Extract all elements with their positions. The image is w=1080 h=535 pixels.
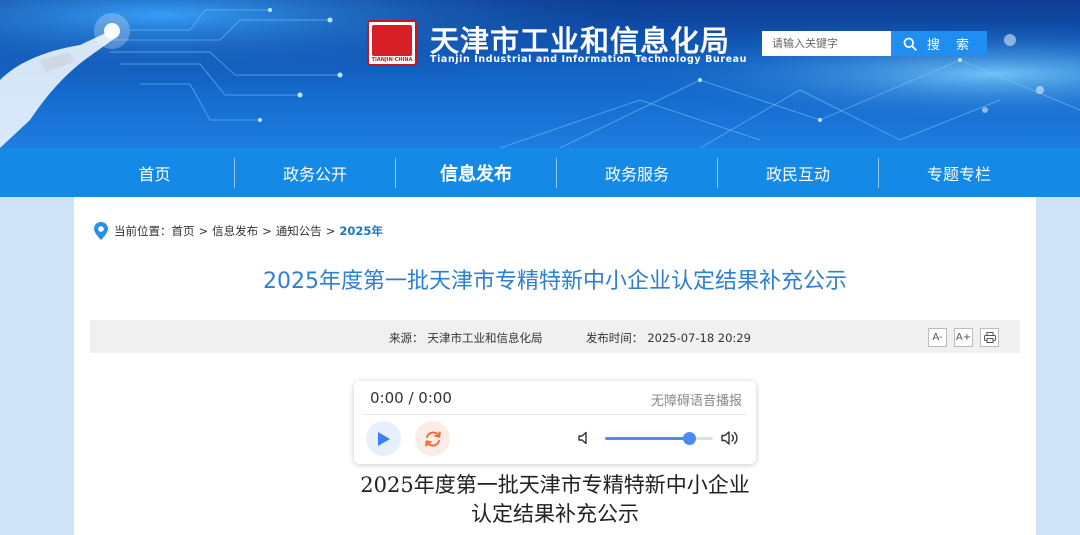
breadcrumb-item-home[interactable]: 首页	[172, 223, 195, 239]
site-header: TIANJIN·CHINA 天津市工业和信息化局 Tianjin Industr…	[0, 0, 1080, 148]
audio-player: 0:00 / 0:00 无障碍语音播报	[354, 381, 756, 464]
print-icon	[983, 332, 996, 343]
font-increase-icon: A+	[955, 332, 972, 343]
player-divider	[364, 414, 746, 415]
nav-item-news[interactable]: 信息发布	[396, 148, 556, 197]
search-button[interactable]: 搜 索	[891, 31, 987, 56]
location-pin-icon	[94, 222, 108, 240]
source-label: 来源：	[389, 331, 424, 345]
breadcrumb-separator: >	[325, 224, 336, 238]
date-label: 发布时间：	[585, 331, 644, 345]
breadcrumb-current[interactable]: 2025年	[339, 223, 383, 239]
robot-hand-graphic	[0, 13, 130, 148]
font-increase-button[interactable]: A+	[954, 328, 973, 347]
article-meta: 来源： 天津市工业和信息化局 发布时间： 2025-07-18 20:29	[389, 330, 755, 346]
replay-button[interactable]	[415, 421, 450, 456]
font-decrease-icon: A-	[932, 332, 943, 343]
accessibility-voice-label[interactable]: 无障碍语音播报	[651, 390, 742, 409]
nav-item-services[interactable]: 政务服务	[557, 148, 717, 197]
volume-slider[interactable]	[605, 432, 713, 445]
body-heading-line-1: 2025年度第一批天津市专精特新中小企业	[360, 473, 750, 497]
breadcrumb-item-news[interactable]: 信息发布	[212, 223, 258, 239]
logo-caption: TIANJIN·CHINA	[371, 57, 413, 63]
bureau-logo-icon: TIANJIN·CHINA	[367, 20, 417, 66]
article-meta-bar: 来源： 天津市工业和信息化局 发布时间： 2025-07-18 20:29 A- A…	[90, 320, 1020, 353]
nav-item-special-topics[interactable]: 专题专栏	[879, 148, 1039, 197]
seal-emblem	[372, 25, 412, 56]
content-panel: 当前位置： 首页 > 信息发布 > 通知公告 > 2025年 2025年度第一批…	[74, 197, 1036, 535]
breadcrumb-separator: >	[262, 224, 272, 238]
volume-fill	[605, 437, 690, 440]
nav-item-interaction[interactable]: 政民互动	[718, 148, 878, 197]
nav-item-home[interactable]: 首页	[117, 148, 192, 197]
search-icon	[903, 37, 917, 51]
breadcrumb: 当前位置： 首页 > 信息发布 > 通知公告 > 2025年	[94, 222, 383, 240]
replay-icon	[424, 430, 441, 447]
body-heading-line-2: 认定结果补充公示	[471, 502, 639, 526]
volume-slider-handle[interactable]	[682, 432, 696, 445]
source-value: 天津市工业和信息化局	[427, 331, 543, 345]
site-subtitle: Tianjin Industrial and Information Techn…	[430, 54, 748, 65]
article-title: 2025年度第一批天津市专精特新中小企业认定结果补充公示	[263, 269, 847, 294]
print-button[interactable]	[980, 328, 999, 347]
speaker-volume-icon[interactable]	[721, 430, 741, 446]
nav-item-gov-affairs[interactable]: 政务公开	[235, 148, 395, 197]
breadcrumb-item-notices[interactable]: 通知公告	[276, 223, 322, 239]
speaker-muted-icon[interactable]	[578, 431, 592, 445]
playback-time: 0:00 / 0:00	[370, 389, 452, 407]
font-decrease-button[interactable]: A-	[928, 328, 947, 347]
play-icon	[377, 431, 390, 446]
breadcrumb-separator: >	[198, 224, 209, 238]
body-heading: 2025年度第一批天津市专精特新中小企业 认定结果补充公示	[74, 471, 1036, 529]
main-nav: 首页 政务公开 信息发布 政务服务 政民互动 专题专栏	[0, 148, 1080, 197]
search-input[interactable]	[762, 31, 891, 56]
search-button-label: 搜 索	[926, 38, 976, 53]
date-value: 2025-07-18 20:29	[647, 331, 751, 345]
breadcrumb-prefix: 当前位置：	[114, 224, 172, 238]
play-button[interactable]	[366, 421, 401, 456]
